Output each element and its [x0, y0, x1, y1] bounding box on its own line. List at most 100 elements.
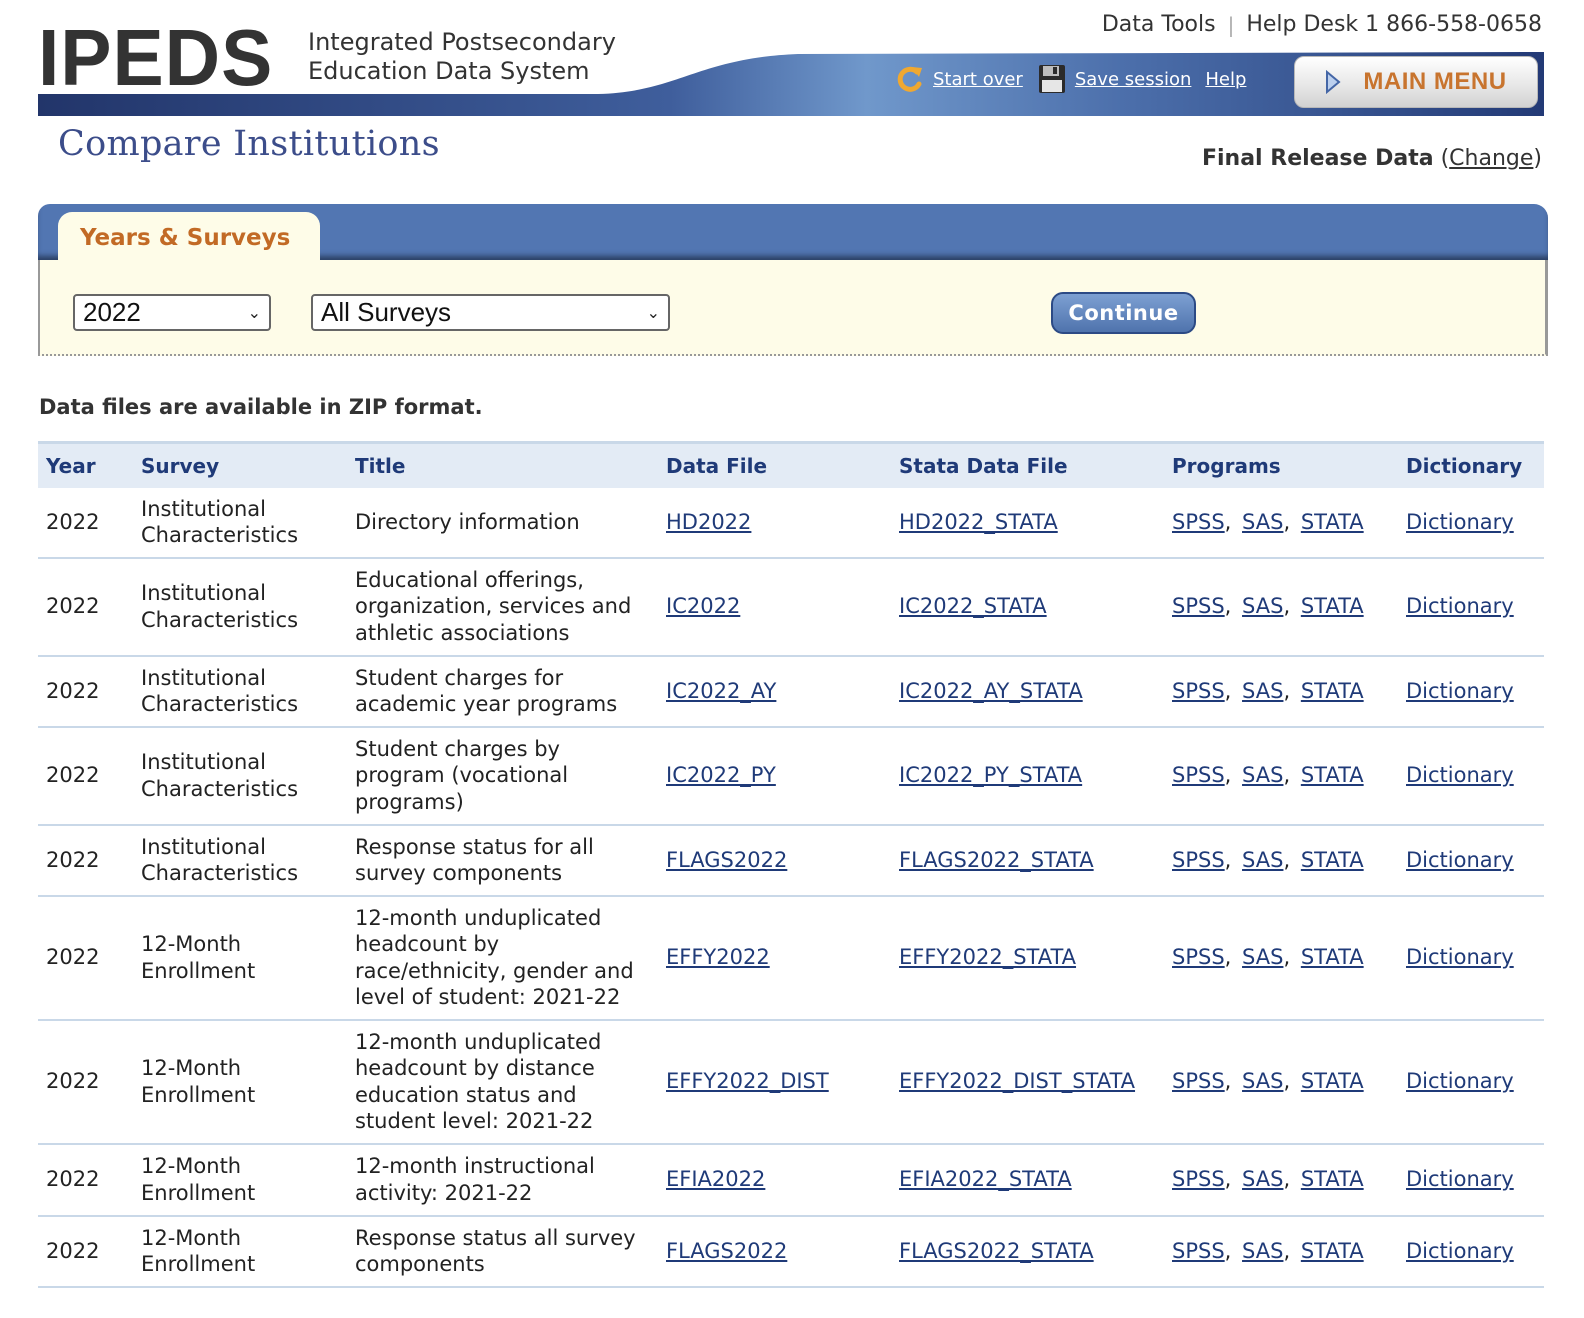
cell-year: 2022 [46, 594, 100, 619]
sas-link[interactable]: SAS [1242, 848, 1283, 872]
comma: , [1283, 1238, 1291, 1263]
year-select[interactable]: 2022 ⌄ [73, 294, 271, 331]
stata-file-link[interactable]: EFIA2022_STATA [899, 1167, 1072, 1191]
table-row: 2022 Institutional Characteristics Student… [38, 727, 1544, 825]
save-session-link[interactable]: Save session [1075, 69, 1192, 90]
stata-file-link[interactable]: EFFY2022_STATA [899, 945, 1076, 969]
spss-link[interactable]: SPSS [1172, 1167, 1225, 1191]
table-row: 2022 Institutional Characteristics Educati… [38, 558, 1544, 656]
stata-file-link[interactable]: HD2022_STATA [899, 510, 1058, 534]
dictionary-link[interactable]: Dictionary [1406, 1167, 1514, 1191]
comma: , [1224, 1238, 1232, 1263]
change-release-link[interactable]: Change [1449, 146, 1533, 171]
main-menu-button[interactable]: MAIN MENU [1294, 56, 1538, 108]
data-files-table-wrap: Year Survey Title Data File Stata Data F… [38, 441, 1544, 1288]
comma: , [1224, 678, 1232, 703]
cell-stata-file: EFFY2022_STATA [891, 896, 1164, 1020]
dictionary-link[interactable]: Dictionary [1406, 848, 1514, 872]
stata-file-link[interactable]: IC2022_AY_STATA [899, 679, 1083, 703]
cell-survey: 12-Month Enrollment [141, 1225, 256, 1277]
dictionary-link[interactable]: Dictionary [1406, 945, 1514, 969]
stata-file-link[interactable]: EFFY2022_DIST_STATA [899, 1069, 1135, 1093]
comma: , [1224, 847, 1232, 872]
dictionary-link[interactable]: Dictionary [1406, 763, 1514, 787]
data-file-link[interactable]: EFIA2022 [666, 1167, 765, 1191]
spss-link[interactable]: SPSS [1172, 679, 1225, 703]
zip-format-note: Data files are available in ZIP format. [39, 395, 483, 419]
sas-link[interactable]: SAS [1242, 1069, 1283, 1093]
data-file-link[interactable]: FLAGS2022 [666, 848, 787, 872]
stata-file-link[interactable]: FLAGS2022_STATA [899, 848, 1094, 872]
data-file-link[interactable]: FLAGS2022 [666, 1239, 787, 1263]
data-file-link[interactable]: IC2022 [666, 594, 740, 618]
spss-link[interactable]: SPSS [1172, 510, 1225, 534]
dictionary-link[interactable]: Dictionary [1406, 1069, 1514, 1093]
stata-file-link[interactable]: FLAGS2022_STATA [899, 1239, 1094, 1263]
data-file-link[interactable]: EFFY2022_DIST [666, 1069, 829, 1093]
save-session-item[interactable]: Save session [1037, 63, 1192, 95]
cell-data-file: IC2022_PY [658, 727, 891, 825]
floppy-disk-icon[interactable] [1037, 63, 1067, 95]
cell-stata-file: IC2022_STATA [891, 558, 1164, 656]
dictionary-link[interactable]: Dictionary [1406, 594, 1514, 618]
dictionary-link[interactable]: Dictionary [1406, 679, 1514, 703]
spss-link[interactable]: SPSS [1172, 1239, 1225, 1263]
column-header-data-file: Data File [666, 453, 768, 478]
stata-program-link[interactable]: STATA [1301, 763, 1364, 787]
stata-program-link[interactable]: STATA [1301, 848, 1364, 872]
cell-survey: 12-Month Enrollment [141, 932, 256, 983]
stata-program-link[interactable]: STATA [1301, 1069, 1364, 1093]
sas-link[interactable]: SAS [1242, 763, 1283, 787]
continue-button[interactable]: Continue [1051, 292, 1196, 334]
sas-link[interactable]: SAS [1242, 945, 1283, 969]
start-over-item[interactable]: Start over [895, 63, 1023, 95]
stata-program-link[interactable]: STATA [1301, 1239, 1364, 1263]
spss-link[interactable]: SPSS [1172, 763, 1225, 787]
data-file-link[interactable]: IC2022_PY [666, 763, 776, 787]
cell-data-file: IC2022 [658, 558, 891, 656]
sas-link[interactable]: SAS [1242, 594, 1283, 618]
refresh-icon[interactable] [895, 63, 925, 95]
spss-link[interactable]: SPSS [1172, 848, 1225, 872]
dictionary-link[interactable]: Dictionary [1406, 1239, 1514, 1263]
spss-link[interactable]: SPSS [1172, 594, 1225, 618]
year-select-value: 2022 [83, 297, 141, 327]
stata-program-link[interactable]: STATA [1301, 1167, 1364, 1191]
spss-link[interactable]: SPSS [1172, 945, 1225, 969]
data-file-link[interactable]: EFFY2022 [666, 945, 770, 969]
sas-link[interactable]: SAS [1242, 1167, 1283, 1191]
sas-link[interactable]: SAS [1242, 679, 1283, 703]
column-header-dictionary: Dictionary [1406, 453, 1523, 478]
survey-select[interactable]: All Surveys ⌄ [311, 294, 670, 331]
cell-programs: SPSS, SAS, STATA [1164, 896, 1398, 1020]
chevron-down-icon: ⌄ [247, 304, 261, 322]
sas-link[interactable]: SAS [1242, 510, 1283, 534]
data-file-link[interactable]: HD2022 [666, 510, 751, 534]
stata-program-link[interactable]: STATA [1301, 594, 1364, 618]
stata-program-link[interactable]: STATA [1301, 945, 1364, 969]
dictionary-link[interactable]: Dictionary [1406, 510, 1514, 534]
cell-programs: SPSS, SAS, STATA [1164, 727, 1398, 825]
session-tools: Start over Save session Help [895, 63, 1246, 95]
cell-dictionary: Dictionary [1398, 727, 1544, 825]
cell-year: 2022 [46, 945, 100, 970]
spss-link[interactable]: SPSS [1172, 1069, 1225, 1093]
cell-dictionary: Dictionary [1398, 1144, 1544, 1216]
data-file-link[interactable]: IC2022_AY [666, 679, 776, 703]
sas-link[interactable]: SAS [1242, 1239, 1283, 1263]
cell-dictionary: Dictionary [1398, 1216, 1544, 1287]
stata-program-link[interactable]: STATA [1301, 510, 1364, 534]
stata-program-link[interactable]: STATA [1301, 679, 1364, 703]
tab-years-surveys[interactable]: Years & Surveys [58, 212, 320, 264]
data-tools-link[interactable]: Data Tools [1102, 12, 1216, 37]
table-row: 2022 12-Month Enrollment 12-month instruct… [38, 1144, 1544, 1216]
stata-file-link[interactable]: IC2022_STATA [899, 594, 1047, 618]
survey-select-value: All Surveys [321, 297, 452, 327]
help-link[interactable]: Help [1205, 69, 1246, 90]
stata-file-link[interactable]: IC2022_PY_STATA [899, 763, 1082, 787]
table-row: 2022 12-Month Enrollment 12-month unduplic… [38, 896, 1544, 1020]
table-body: 2022 Institutional Characteristics Directo… [38, 488, 1544, 1287]
cell-data-file: EFIA2022 [658, 1144, 891, 1216]
column-header-programs: Programs [1172, 453, 1281, 478]
start-over-link[interactable]: Start over [933, 69, 1023, 90]
